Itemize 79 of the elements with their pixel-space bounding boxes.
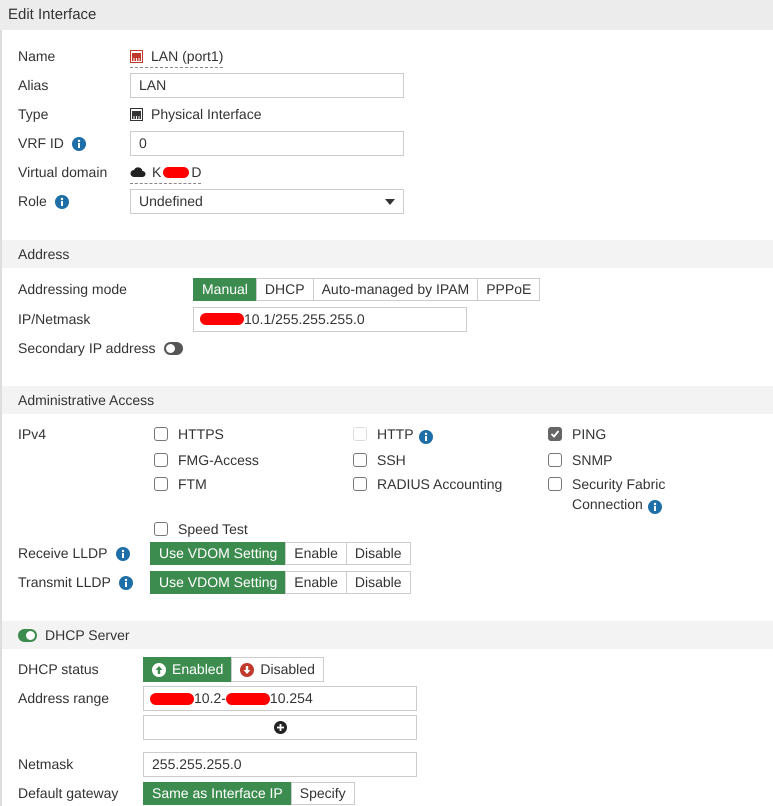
netmask-input[interactable]: 255.255.255.0 [143, 752, 417, 777]
segment-button[interactable]: Disable [346, 571, 411, 594]
field-label: Netmask [18, 755, 74, 774]
segment-button[interactable]: PPPoE [477, 278, 540, 301]
checkbox[interactable] [154, 453, 168, 467]
field-text: 10.254 [270, 689, 313, 708]
cloud-icon [130, 166, 146, 178]
field-label: Name [18, 47, 56, 66]
info-icon [116, 546, 130, 560]
field-label: IP/Netmask [18, 310, 90, 328]
option-label: FTM [178, 476, 207, 492]
field-label: DHCP status [18, 660, 99, 679]
field-label: IPv4 [18, 426, 46, 442]
field-label: Role [18, 192, 47, 211]
plus-icon [274, 721, 286, 734]
segment-button[interactable]: Disabled [231, 657, 324, 682]
option-label: HTTPS [178, 426, 224, 442]
section-title: Administrative Access [18, 390, 154, 410]
redaction-mark [226, 692, 270, 704]
segment-button[interactable]: Enable [285, 571, 347, 594]
field-value: Physical Interface [151, 105, 262, 124]
port-icon [130, 50, 143, 62]
field-label: Addressing mode [18, 280, 127, 299]
field-text: 10.2- [194, 689, 226, 708]
ip-input[interactable]: 10.1/255.255.255.0 [193, 306, 467, 332]
field-label: Transmit LLDP [18, 573, 111, 592]
field-label: Default gateway [18, 784, 118, 803]
range-input[interactable]: 10.2- 10.254 [143, 686, 417, 711]
field-label: Type [18, 105, 48, 124]
segment-button[interactable]: Enable [285, 542, 347, 565]
checkbox[interactable] [154, 522, 168, 536]
redaction-mark [163, 166, 190, 178]
option-label: RADIUS Accounting [377, 476, 502, 492]
role-dropdown[interactable]: Undefined [130, 189, 404, 214]
option-label: FMG-Access [178, 452, 259, 468]
option-label: Security Fabric Connection [572, 476, 666, 512]
section-title: DHCP Server [45, 626, 130, 644]
segment-button[interactable]: Manual [193, 278, 257, 301]
option-label: HTTP [377, 426, 414, 442]
redaction-mark [150, 692, 194, 704]
section-title: Address [18, 244, 70, 264]
text-input[interactable]: 0 [130, 131, 404, 156]
checkbox[interactable] [154, 427, 168, 441]
field-label: VRF ID [18, 134, 64, 153]
segment-button[interactable]: Use VDOM Setting [150, 542, 286, 565]
checkbox[interactable] [353, 477, 367, 491]
field-label: Address range [18, 689, 110, 708]
field-text: K [152, 162, 162, 182]
option-label: SSH [377, 452, 406, 468]
checkbox[interactable] [548, 453, 562, 467]
interface-link[interactable]: LAN (port1) [151, 46, 224, 66]
segment-button[interactable]: Disable [346, 542, 411, 565]
caret-icon [385, 198, 395, 204]
toggle-switch[interactable] [164, 342, 182, 354]
toggle-switch[interactable] [18, 628, 37, 642]
field-label: Receive LLDP [18, 544, 108, 563]
option-label: SNMP [572, 452, 612, 468]
checkbox[interactable] [548, 477, 562, 491]
segment-button[interactable]: Enabled [143, 657, 232, 682]
option-label: Speed Test [178, 521, 248, 537]
redaction-mark [200, 313, 244, 325]
field-text: 10.1/255.255.255.0 [244, 310, 365, 328]
port-icon [130, 108, 143, 121]
segment-button[interactable]: Auto-managed by IPAM [312, 278, 478, 301]
segment-button[interactable]: Same as Interface IP [143, 782, 292, 805]
checkbox[interactable] [548, 427, 562, 441]
segment-button[interactable]: Specify [290, 782, 355, 805]
segment-button[interactable]: Use VDOM Setting [150, 571, 286, 594]
field-text: D [191, 162, 202, 182]
field-label: Virtual domain [18, 163, 108, 182]
checkbox[interactable] [353, 453, 367, 467]
option-label: PING [572, 426, 606, 442]
checkbox[interactable] [154, 477, 168, 491]
segment-button[interactable]: DHCP [256, 278, 314, 301]
info-icon [118, 576, 133, 590]
window-title: Edit Interface [0, 0, 773, 30]
text-input[interactable]: LAN [130, 73, 404, 98]
field-label: Secondary IP address [18, 338, 156, 358]
field-label: Alias [18, 76, 48, 95]
